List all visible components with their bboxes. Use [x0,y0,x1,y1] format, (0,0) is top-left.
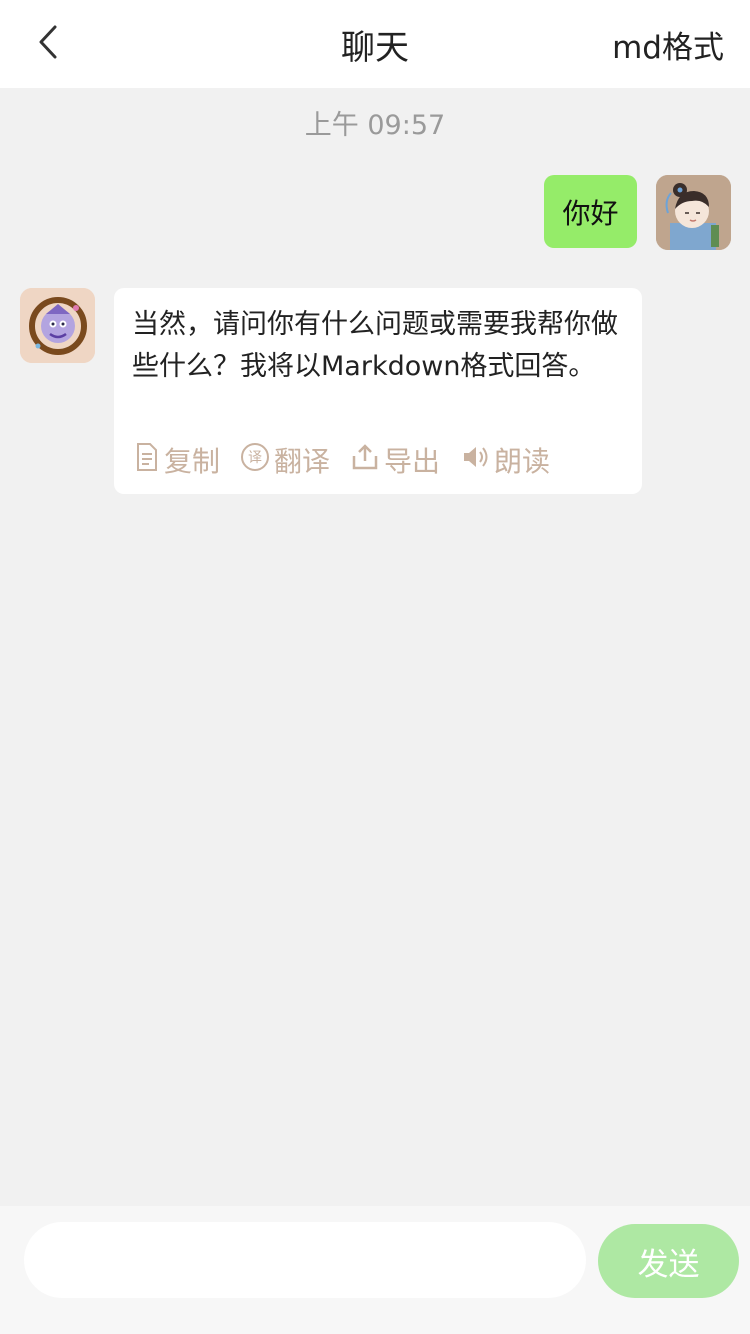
message-timestamp: 上午 09:57 [304,110,446,141]
md-format-button[interactable]: md格式 [612,0,724,88]
send-button[interactable]: 发送 [598,1224,739,1298]
read-aloud-button[interactable]: 朗读 [460,440,550,480]
copy-icon [134,442,164,479]
header-bar: 聊天 md格式 [0,0,750,88]
speaker-icon [460,442,494,479]
export-label: 导出 [384,445,441,478]
assistant-avatar[interactable] [20,288,95,363]
translate-label: 翻译 [274,445,331,478]
translate-button[interactable]: 译 翻译 [240,440,330,480]
read-aloud-label: 朗读 [494,445,551,478]
copy-label: 复制 [164,445,221,478]
export-button[interactable]: 导出 [350,440,440,480]
back-button[interactable] [26,22,70,66]
user-avatar[interactable] [656,175,731,250]
message-input[interactable] [24,1222,586,1298]
copy-button[interactable]: 复制 [134,440,220,480]
message-actions: 复制 译 翻译 导出 朗读 [134,440,570,480]
user-message-bubble: 你好 [544,175,637,248]
export-icon [350,442,384,479]
chevron-left-icon [37,24,59,64]
assistant-message-bubble: 当然，请问你有什么问题或需要我帮你做些什么？我将以Markdown格式回答。 复… [114,288,642,494]
translate-icon: 译 [240,442,274,479]
assistant-message-text: 当然，请问你有什么问题或需要我帮你做些什么？我将以Markdown格式回答。 [132,309,618,382]
svg-text:译: 译 [248,450,262,466]
